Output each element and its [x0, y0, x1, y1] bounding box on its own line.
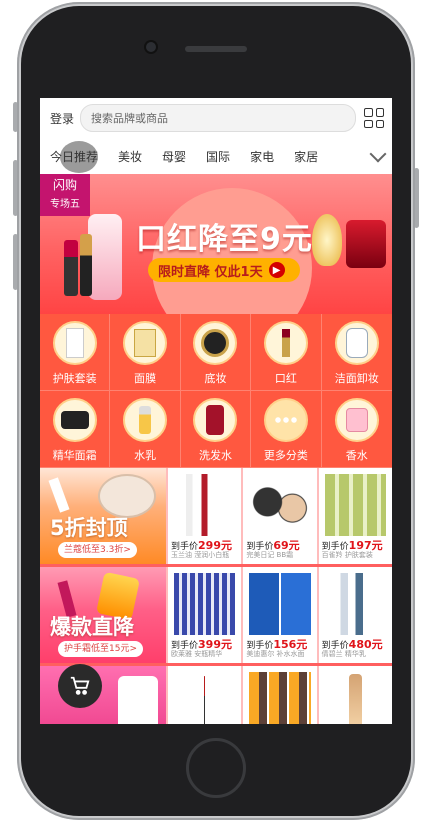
product-card[interactable]: 到手价480元 倩碧兰 精华乳: [316, 567, 392, 663]
lipstick-image: [80, 234, 92, 296]
category-item[interactable]: 洗发水: [180, 391, 252, 468]
promo-banner[interactable]: 闪购 专场五 口红降至9元 限时直降 仅此1天 ▶: [40, 174, 392, 314]
flash-sale-tag: 闪购 专场五: [40, 174, 90, 216]
category-item[interactable]: 面膜: [110, 314, 181, 391]
product-list: 到手价399元 欧莱雅 安瓶精华 到手价156元 美迪惠尔 补水水面 到手价48…: [166, 567, 392, 663]
category-item[interactable]: 精华面霜: [40, 391, 111, 468]
promo-title: 5折封顶: [50, 516, 128, 540]
toner-icon: [123, 398, 168, 442]
product-image: [249, 573, 311, 635]
product-image: [249, 474, 311, 536]
top-bar: 登录 搜索品牌或商品: [40, 98, 392, 138]
category-item[interactable]: 水乳: [110, 391, 181, 468]
product-image: [324, 573, 386, 635]
product-card[interactable]: 到手价399元 欧莱雅 安瓶精华: [166, 567, 241, 663]
perfume-icon: [334, 398, 379, 442]
promo-subtitle: 兰蔻低至3.3折>: [58, 542, 137, 558]
category-item[interactable]: 更多分类: [251, 391, 322, 468]
search-placeholder: 搜索品牌或商品: [91, 112, 169, 125]
product-card[interactable]: [166, 666, 241, 724]
cleanser-icon: [334, 321, 379, 365]
category-item[interactable]: 香水: [321, 391, 392, 468]
cushion-compact-icon: [193, 321, 238, 365]
tab-today[interactable]: 今日推荐: [40, 148, 108, 165]
promo-banner-partial[interactable]: [40, 666, 166, 724]
toner-bottle-image: [88, 214, 122, 300]
product-card[interactable]: [241, 666, 316, 724]
product-card[interactable]: 到手价197元 百雀羚 护肤套装: [316, 468, 392, 564]
category-item[interactable]: 口红: [251, 314, 322, 391]
chevron-down-icon[interactable]: [369, 145, 387, 163]
skincare-set-icon: [52, 321, 97, 365]
banner-cta[interactable]: 限时直降 仅此1天 ▶: [148, 258, 300, 282]
promo-row: 爆款直降 护手霜低至15元> 到手价399元 欧莱雅 安瓶精华 到手价156元 …: [40, 567, 392, 666]
promo-row: 5折封顶 兰蔻低至3.3折> 到手价299元 玉兰油 滢润小白瓶 到手价69元 …: [40, 468, 392, 567]
product-image: [249, 672, 311, 724]
tab-appliances[interactable]: 家电: [240, 148, 284, 165]
product-list: 到手价299元 玉兰油 滢润小白瓶 到手价69元 完美日记 BB霜 到手价197…: [166, 468, 392, 564]
front-camera: [146, 42, 156, 52]
promo-banner-hot-deals[interactable]: 爆款直降 护手霜低至15元>: [40, 567, 166, 663]
category-grid: 护肤套装 面膜 底妆 口红 洁面卸妆 精华面霜 水乳 洗发水 更多分类 香水: [40, 314, 392, 468]
arrow-right-icon: ▶: [268, 262, 285, 278]
tab-bar: 今日推荐 美妆 母婴 国际 家电 家居: [40, 138, 392, 174]
lipstick-icon: [263, 321, 308, 365]
tab-home[interactable]: 家居: [284, 148, 328, 165]
more-icon: [263, 398, 308, 442]
category-item[interactable]: 底妆: [180, 314, 252, 391]
earpiece-speaker: [185, 46, 247, 52]
search-input[interactable]: 搜索品牌或商品: [80, 104, 356, 132]
product-image: [348, 674, 362, 724]
shampoo-icon: [193, 398, 238, 442]
perfume-bottle-image: [312, 214, 342, 266]
promo-subtitle: 护手霜低至15元>: [58, 641, 143, 657]
promo-title: 爆款直降: [50, 615, 134, 639]
product-image: [118, 676, 158, 724]
lipstick-image: [64, 240, 78, 296]
tab-international[interactable]: 国际: [196, 148, 240, 165]
cream-jar-icon: [52, 398, 97, 442]
product-card[interactable]: [316, 666, 392, 724]
product-card[interactable]: 到手价69元 完美日记 BB霜: [241, 468, 316, 564]
promo-banner-discount[interactable]: 5折封顶 兰蔻低至3.3折>: [40, 468, 166, 564]
cart-button[interactable]: [58, 664, 102, 708]
product-list: [166, 666, 392, 724]
product-image: [48, 477, 70, 513]
home-button[interactable]: [186, 738, 246, 798]
product-card[interactable]: 到手价299元 玉兰油 滢润小白瓶: [166, 468, 241, 564]
product-image: [324, 474, 386, 536]
tab-beauty[interactable]: 美妆: [108, 148, 152, 165]
tab-baby[interactable]: 母婴: [152, 148, 196, 165]
banner-title: 口红降至9元: [136, 222, 313, 257]
app-screen: 登录 搜索品牌或商品 今日推荐 美妆 母婴 国际 家电 家居 闪购 专场五 口红…: [40, 98, 392, 724]
category-item[interactable]: 洁面卸妆: [321, 314, 392, 391]
product-image: [174, 573, 236, 635]
category-item[interactable]: 护肤套装: [40, 314, 111, 391]
product-card[interactable]: 到手价156元 美迪惠尔 补水水面: [241, 567, 316, 663]
cart-icon: [70, 676, 90, 695]
product-image: [174, 474, 236, 536]
category-grid-icon[interactable]: [364, 108, 384, 128]
product-image: [204, 676, 206, 724]
login-link[interactable]: 登录: [50, 110, 74, 127]
face-mask-icon: [123, 321, 168, 365]
serum-bottle-image: [346, 220, 386, 268]
